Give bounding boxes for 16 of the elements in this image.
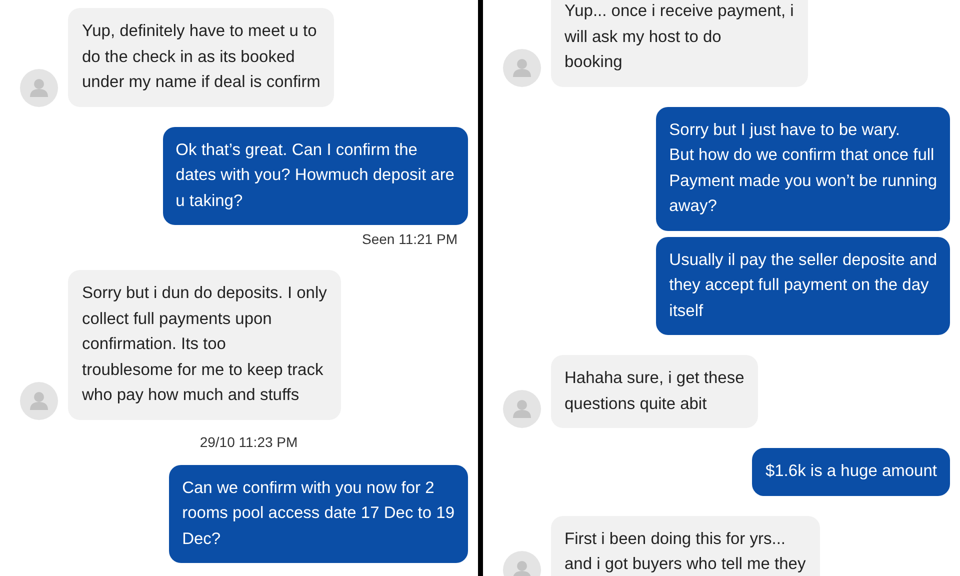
avatar-icon <box>20 68 58 106</box>
avatar-icon <box>20 382 58 420</box>
sent-message: Sorry but I just have to be wary. But how do we confirm that once full Payment made you won’t be running away? <box>656 106 950 230</box>
sent-message: $1.6k is a huge amount <box>752 448 950 496</box>
sent-message: Can we confirm with you now for 2 rooms pool access date 17 Dec to 19 Dec? <box>169 464 468 563</box>
received-message: Yup... once i receive payment, i will ask my host to do booking <box>550 0 808 86</box>
sent-message: Usually il pay the seller deposite and they accept full payment on the day itself <box>656 236 950 335</box>
avatar-icon <box>502 390 540 428</box>
seen-status: Seen 11:21 PM <box>362 230 458 249</box>
avatar-icon <box>502 48 540 86</box>
message-timestamp: 29/10 11:23 PM <box>200 432 298 452</box>
received-message: Sorry but i dun do deposits. I only collect full payments upon confirmation. Its too troublesome for me to keep track who pay how much and stuffs <box>68 270 341 420</box>
received-message: Yup, definitely have to meet u to do the check in as its booked under my name if deal is confirm <box>68 8 334 106</box>
received-message: Hahaha sure, i get these questions quite abit <box>550 355 758 428</box>
sent-message: Ok that’s great. Can I confirm the dates with you? Howmuch deposit are u taking? <box>162 126 468 225</box>
received-message: First i been doing this for yrs... and i got buyers who tell me they <box>550 516 820 576</box>
